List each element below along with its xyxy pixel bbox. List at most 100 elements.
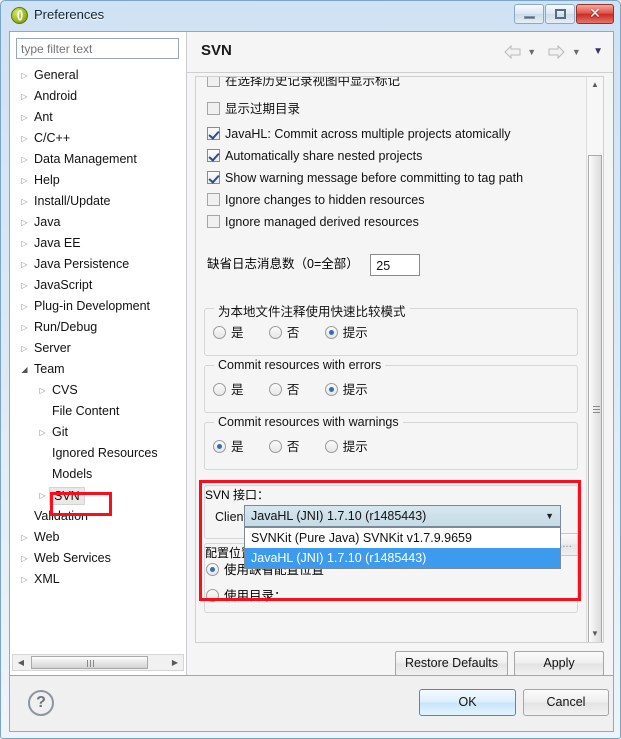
sidebar-item-run-debug[interactable]: ▷ Run/Debug — [10, 317, 180, 338]
sidebar-item-cvs[interactable]: ▷ CVS — [10, 380, 180, 401]
radio-icon[interactable] — [268, 326, 282, 339]
sidebar-item-server[interactable]: ▷ Server — [10, 338, 180, 359]
filter-input[interactable] — [16, 38, 179, 59]
radio-icon[interactable] — [324, 440, 338, 453]
chevron-right-icon[interactable]: ▷ — [18, 107, 31, 128]
dropdown-item[interactable]: SVNKit (Pure Java) SVNKit v1.7.9.9659 — [245, 528, 560, 548]
scroll-up-icon[interactable]: ▲ — [587, 77, 603, 93]
sidebar-item-java-persistence[interactable]: ▷ Java Persistence — [10, 254, 180, 275]
checkbox-icon[interactable] — [207, 102, 220, 115]
chevron-right-icon[interactable]: ▷ — [18, 548, 31, 569]
minimize-button[interactable] — [514, 4, 544, 24]
chevron-down-icon[interactable]: ◢ — [18, 359, 31, 380]
checkbox-row[interactable]: Automatically share nested projects — [207, 147, 422, 165]
chevron-right-icon[interactable]: ▷ — [18, 191, 31, 212]
arrow-right-icon[interactable] — [548, 44, 566, 59]
forward-history-caret-icon[interactable]: ▼ — [572, 47, 581, 57]
chevron-right-icon[interactable]: ▷ — [18, 317, 31, 338]
chevron-right-icon[interactable]: ▷ — [18, 65, 31, 86]
radio-option-prompt[interactable]: 提示 — [324, 323, 368, 343]
radio-line[interactable]: 是 否 提示 — [213, 323, 390, 343]
radio-icon[interactable] — [206, 589, 219, 602]
radio-option-yes[interactable]: 是 — [213, 380, 244, 400]
hscroll-thumb[interactable] — [31, 656, 148, 669]
sidebar-item-file-content[interactable]: File Content — [10, 401, 180, 422]
checkbox-icon[interactable] — [207, 127, 220, 140]
sidebar-item-c-c[interactable]: ▷ C/C++ — [10, 128, 180, 149]
sidebar-item-team[interactable]: ◢ Team — [10, 359, 180, 380]
sidebar-item-models[interactable]: Models — [10, 464, 180, 485]
chevron-right-icon[interactable]: ▷ — [18, 338, 31, 359]
scroll-left-icon[interactable]: ◀ — [13, 655, 29, 670]
sidebar-item-install-update[interactable]: ▷ Install/Update — [10, 191, 180, 212]
chevron-right-icon[interactable]: ▷ — [18, 233, 31, 254]
sidebar-item-plug-in-development[interactable]: ▷ Plug-in Development — [10, 296, 180, 317]
sidebar-item-data-management[interactable]: ▷ Data Management — [10, 149, 180, 170]
help-icon[interactable]: ? — [28, 690, 54, 716]
radio-option-no[interactable]: 否 — [268, 437, 299, 457]
close-button[interactable]: ✕ — [576, 4, 614, 24]
view-menu-caret-icon[interactable]: ▼ — [593, 46, 603, 57]
apply-button[interactable]: Apply — [514, 651, 604, 676]
chevron-right-icon[interactable]: ▷ — [18, 149, 31, 170]
checkbox-row[interactable]: JavaHL: Commit across multiple projects … — [207, 125, 511, 143]
back-history-caret-icon[interactable]: ▼ — [527, 47, 536, 57]
radio-icon[interactable] — [324, 326, 338, 339]
checkbox-icon[interactable] — [207, 149, 220, 162]
sidebar-item-ignored-resources[interactable]: Ignored Resources — [10, 443, 180, 464]
radio-icon[interactable] — [213, 326, 226, 339]
radio-option-no[interactable]: 否 — [268, 323, 299, 343]
radio-custom-directory[interactable]: 使用目录： — [206, 586, 287, 606]
chevron-down-icon[interactable]: ▼ — [545, 506, 554, 526]
svn-client-combobox[interactable]: JavaHL (JNI) 1.7.10 (r1485443) ▼ — [244, 505, 561, 527]
vscroll-thumb[interactable] — [588, 155, 602, 642]
radio-icon[interactable] — [206, 563, 219, 576]
chevron-right-icon[interactable]: ▷ — [18, 275, 31, 296]
checkbox-row[interactable]: 显示过期目录 — [207, 100, 300, 118]
sidebar-item-javascript[interactable]: ▷ JavaScript — [10, 275, 180, 296]
sidebar-item-web[interactable]: ▷ Web — [10, 527, 180, 548]
chevron-right-icon[interactable]: ▷ — [36, 485, 49, 506]
chevron-right-icon[interactable]: ▷ — [18, 527, 31, 548]
dropdown-item[interactable]: JavaHL (JNI) 1.7.10 (r1485443) — [245, 548, 560, 568]
sidebar-item-validation[interactable]: Validation — [10, 506, 180, 527]
chevron-right-icon[interactable]: ▷ — [18, 254, 31, 275]
default-log-messages-input[interactable]: 25 — [370, 253, 421, 276]
sidebar-item-android[interactable]: ▷ Android — [10, 86, 180, 107]
restore-defaults-button[interactable]: Restore Defaults — [395, 651, 508, 676]
radio-icon[interactable] — [268, 383, 282, 396]
chevron-right-icon[interactable]: ▷ — [36, 422, 49, 443]
chevron-right-icon[interactable]: ▷ — [18, 212, 31, 233]
chevron-right-icon[interactable]: ▷ — [18, 569, 31, 590]
checkbox-icon[interactable] — [207, 193, 220, 206]
chevron-right-icon[interactable]: ▷ — [18, 128, 31, 149]
sidebar-item-svn[interactable]: ▷ SVN — [10, 485, 180, 506]
radio-option-prompt[interactable]: 提示 — [324, 437, 368, 457]
radio-option-prompt[interactable]: 提示 — [324, 380, 368, 400]
chevron-right-icon[interactable]: ▷ — [36, 380, 49, 401]
sidebar-item-java-ee[interactable]: ▷ Java EE — [10, 233, 180, 254]
radio-icon[interactable] — [324, 383, 338, 396]
radio-icon[interactable] — [268, 440, 282, 453]
checkbox-row[interactable]: 在选择历史记录视图中显示标记 — [207, 77, 400, 90]
checkbox-icon[interactable] — [207, 215, 220, 228]
sidebar-item-general[interactable]: ▷ General — [10, 65, 180, 86]
checkbox-icon[interactable] — [207, 77, 220, 87]
checkbox-icon[interactable] — [207, 171, 220, 184]
sidebar-item-help[interactable]: ▷ Help — [10, 170, 180, 191]
svn-client-dropdown-list[interactable]: SVNKit (Pure Java) SVNKit v1.7.9.9659 Ja… — [244, 527, 561, 569]
sidebar-item-xml[interactable]: ▷ XML — [10, 569, 180, 590]
sidebar-item-java[interactable]: ▷ Java — [10, 212, 180, 233]
radio-option-yes[interactable]: 是 — [213, 437, 244, 457]
tree-horizontal-scrollbar[interactable]: ◀ ▶ — [12, 654, 184, 671]
radio-option-no[interactable]: 否 — [268, 380, 299, 400]
cancel-button[interactable]: Cancel — [523, 689, 609, 716]
arrow-left-icon[interactable] — [504, 44, 521, 59]
maximize-button[interactable] — [545, 4, 575, 24]
chevron-right-icon[interactable]: ▷ — [18, 170, 31, 191]
radio-option-yes[interactable]: 是 — [213, 323, 244, 343]
checkbox-row[interactable]: Show warning message before committing t… — [207, 169, 523, 187]
radio-line[interactable]: 是 否 提示 — [213, 437, 390, 457]
radio-icon[interactable] — [213, 383, 226, 396]
sidebar-item-ant[interactable]: ▷ Ant — [10, 107, 180, 128]
